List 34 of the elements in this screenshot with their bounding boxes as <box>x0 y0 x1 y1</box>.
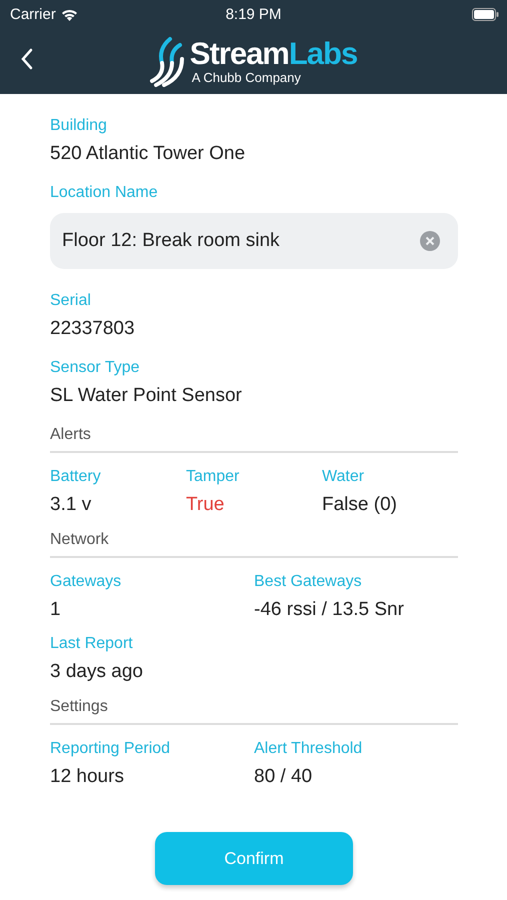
field-value: False (0) <box>322 493 398 517</box>
field-value: 12 hours <box>50 765 125 789</box>
logo-tagline: A Chubb Company <box>192 70 301 84</box>
section-header: Network <box>50 530 458 558</box>
field-value: True <box>186 493 226 517</box>
field-label: Serial <box>50 291 92 311</box>
field-label: Alert Threshold <box>254 739 364 759</box>
battery-icon <box>472 8 499 20</box>
logo-text: StreamLabs <box>190 38 358 70</box>
field-value: 22337803 <box>50 317 136 341</box>
field-value: 3 days ago <box>50 660 144 684</box>
wifi-icon <box>60 8 78 20</box>
field-label: Best Gateways <box>254 572 363 592</box>
field-label: Building <box>50 116 108 136</box>
field-value: 1 <box>50 598 62 622</box>
field-label: Water <box>322 467 366 487</box>
field-label: Battery <box>50 467 102 487</box>
logo-icon <box>150 35 186 87</box>
carrier-label: Carrier <box>10 6 56 22</box>
field-value: 520 Atlantic Tower One <box>50 142 246 166</box>
field-label: Reporting Period <box>50 739 172 759</box>
field-label: Location Name <box>50 183 159 203</box>
field-value: SL Water Point Sensor <box>50 384 243 408</box>
field-label: Sensor Type <box>50 358 141 378</box>
location-input[interactable]: Floor 12: Break room sink <box>50 213 458 269</box>
section-header: Alerts <box>50 425 458 453</box>
field-value: 3.1 v <box>50 493 92 517</box>
field-label: Last Report <box>50 634 134 654</box>
field-value: -46 rssi / 13.5 Snr <box>254 598 405 622</box>
clock-time: 8:19 PM <box>226 6 282 22</box>
field-label: Gateways <box>50 572 122 592</box>
field-label: Tamper <box>186 467 240 487</box>
field-value: 80 / 40 <box>254 765 314 789</box>
section-header: Settings <box>50 697 458 725</box>
